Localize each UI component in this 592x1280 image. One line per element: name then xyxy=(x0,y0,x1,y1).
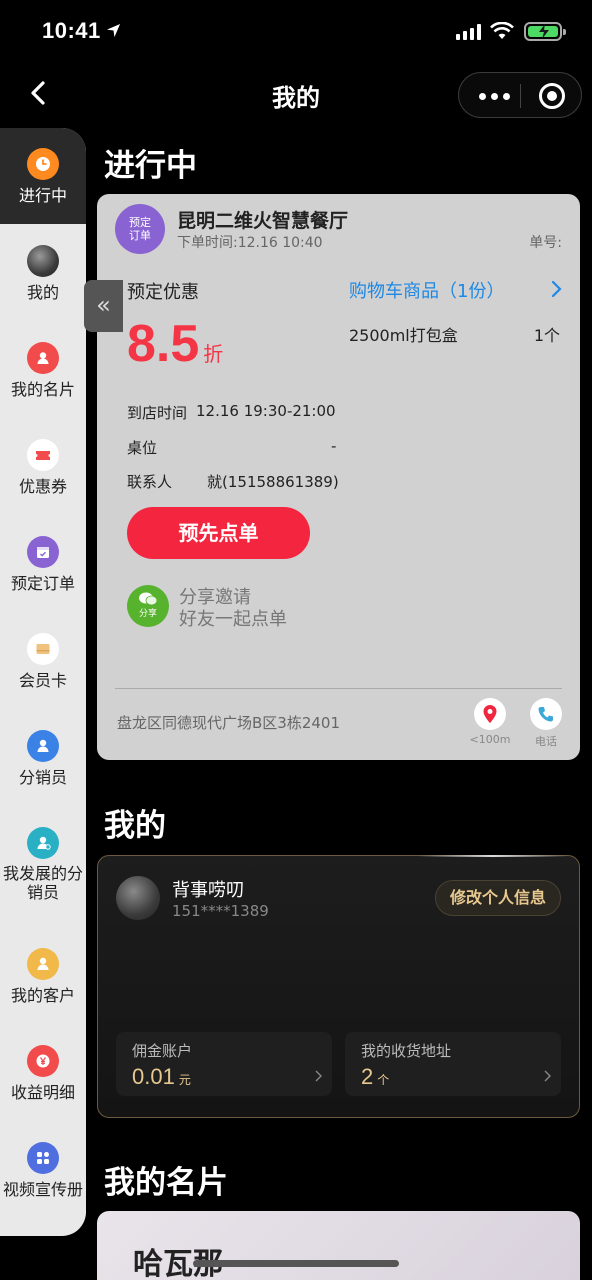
cart-item-qty: 1个 xyxy=(533,326,560,345)
phone-label: 电话 xyxy=(535,735,557,748)
order-number-label: 单号: xyxy=(529,235,562,251)
contact-value: 就(15158861389) xyxy=(207,473,339,491)
arrival-label: 到店时间 xyxy=(127,404,188,422)
section-title-mine: 我的 xyxy=(104,808,166,844)
location-arrow-icon xyxy=(106,23,121,38)
table-value: - xyxy=(331,437,337,455)
status-time: 10:41 xyxy=(42,18,101,43)
sidebar-item-label: 收益明细 xyxy=(10,1083,75,1102)
address-value-wrap: 2个 xyxy=(361,1064,389,1090)
sidebar-item-in-progress[interactable]: 进行中 xyxy=(0,128,86,224)
share-icon-text: 分享 xyxy=(138,609,157,619)
sidebar-item-label: 视频宣传册 xyxy=(2,1180,83,1199)
commission-label: 佣金账户 xyxy=(132,1042,193,1060)
sidebar-item-label: 优惠券 xyxy=(18,477,67,496)
discount-value: 8.5 折 xyxy=(127,314,223,374)
user-name: 背事唠叨 xyxy=(172,880,244,901)
section-title-in-progress: 进行中 xyxy=(104,148,197,184)
section-title-my-card: 我的名片 xyxy=(104,1165,228,1201)
sidebar-item-label: 我的名片 xyxy=(10,380,75,399)
avatar[interactable] xyxy=(116,876,160,920)
address-unit: 个 xyxy=(377,1073,390,1087)
grid-icon xyxy=(27,1142,59,1174)
promo-label: 预定优惠 xyxy=(127,282,199,303)
sidebar-item-label: 预定订单 xyxy=(10,574,75,593)
sidebar-item-label: 我的客户 xyxy=(10,986,75,1005)
discount-unit: 折 xyxy=(203,344,224,366)
address-label: 我的收货地址 xyxy=(361,1042,452,1060)
nav-bar: 我的 xyxy=(0,64,592,124)
preorder-button[interactable]: 预先点单 xyxy=(127,507,310,559)
business-card-preview[interactable]: 哈瓦那 xyxy=(97,1211,580,1280)
users-icon xyxy=(27,827,59,859)
phone-icon[interactable] xyxy=(530,698,562,730)
user-phone: 151****1389 xyxy=(172,902,269,920)
wechat-share-icon[interactable]: 分享 xyxy=(127,585,169,627)
chevron-right-icon xyxy=(315,1070,322,1082)
sidebar-item-earnings[interactable]: 收益明细 xyxy=(0,1025,86,1121)
ticket-icon xyxy=(27,439,59,471)
sidebar-item-coupons[interactable]: 优惠券 xyxy=(0,419,86,515)
sidebar-item-distributor[interactable]: 分销员 xyxy=(0,710,86,806)
avatar-icon xyxy=(27,245,59,277)
sidebar-item-label: 我发展的分销员 xyxy=(2,864,83,902)
signal-icon xyxy=(456,24,481,40)
order-time: 下单时间:12.16 10:40 xyxy=(177,235,323,251)
shop-address: 盘龙区同德现代广场B区3栋2401 xyxy=(117,714,341,732)
mini-program-capsule xyxy=(458,72,582,118)
collapse-sidebar-icon[interactable]: « xyxy=(84,280,123,332)
user-icon xyxy=(27,730,59,762)
sidebar-item-my-customers[interactable]: 我的客户 xyxy=(0,928,86,1024)
sidebar-item-mine[interactable]: 我的 xyxy=(0,225,86,321)
cart-items-link[interactable]: 购物车商品（1份） xyxy=(349,277,504,303)
commission-account-card[interactable]: 佣金账户 0.01 元 xyxy=(116,1032,332,1096)
divider xyxy=(115,688,562,689)
sidebar-item-my-card[interactable]: 我的名片 xyxy=(0,322,86,418)
home-indicator xyxy=(193,1260,399,1267)
location-pin-icon[interactable] xyxy=(474,698,506,730)
commission-unit: 元 xyxy=(178,1073,191,1087)
customer-icon xyxy=(27,948,59,980)
person-card-icon xyxy=(27,342,59,374)
wifi-icon xyxy=(490,22,514,39)
sidebar-item-my-distributors[interactable]: 我发展的分销员 xyxy=(0,807,86,917)
close-miniprogram-icon[interactable] xyxy=(539,83,565,109)
share-invite-subtext[interactable]: 好友一起点单 xyxy=(179,605,287,631)
table-label: 桌位 xyxy=(127,439,158,457)
cart-item-name: 2500ml打包盒 xyxy=(349,326,458,345)
sidebar-item-label: 会员卡 xyxy=(18,671,67,690)
sidebar-item-video-brochure[interactable]: 视频宣传册 xyxy=(0,1122,86,1218)
sidebar-item-member-card[interactable]: 会员卡 xyxy=(0,613,86,709)
sidebar-item-reservations[interactable]: 预定订单 xyxy=(0,516,86,612)
sidebar-item-label: 进行中 xyxy=(18,186,67,205)
battery-icon xyxy=(524,22,566,41)
distance-label: <100m xyxy=(469,733,511,746)
contact-label: 联系人 xyxy=(127,473,173,491)
address-count: 2 xyxy=(361,1064,374,1089)
yen-icon xyxy=(27,1045,59,1077)
reservation-badge: 预定订单 xyxy=(115,204,165,254)
profile-card: 背事唠叨 151****1389 修改个人信息 佣金账户 0.01 元 我的收货地… xyxy=(97,855,580,1118)
shipping-address-card[interactable]: 我的收货地址 2个 xyxy=(345,1032,561,1096)
clock-icon xyxy=(27,148,59,180)
shop-name: 昆明二维火智慧餐厅 xyxy=(177,210,349,232)
commission-value: 0.01 xyxy=(132,1064,175,1089)
more-icon[interactable] xyxy=(479,93,510,100)
commission-value-wrap: 0.01 元 xyxy=(132,1064,191,1090)
badge-text: 预定订单 xyxy=(129,216,151,242)
calendar-icon xyxy=(27,536,59,568)
sidebar: 进行中 我的 我的名片 优惠券 预定订单 会员卡 分销员 我发展的分销员 我的客… xyxy=(0,128,86,1236)
chevron-right-icon xyxy=(544,1070,551,1082)
arrival-value: 12.16 19:30-21:00 xyxy=(196,402,336,420)
card-icon xyxy=(27,633,59,665)
sidebar-item-label: 我的 xyxy=(26,283,59,302)
edit-profile-button[interactable]: 修改个人信息 xyxy=(435,880,561,916)
chevron-right-icon[interactable] xyxy=(550,280,562,298)
status-bar: 10:41 xyxy=(0,0,592,64)
sidebar-item-label: 分销员 xyxy=(18,768,67,787)
discount-number: 8.5 xyxy=(127,315,200,373)
order-card[interactable]: 预定订单 昆明二维火智慧餐厅 下单时间:12.16 10:40 单号: 预定优惠… xyxy=(97,194,580,760)
